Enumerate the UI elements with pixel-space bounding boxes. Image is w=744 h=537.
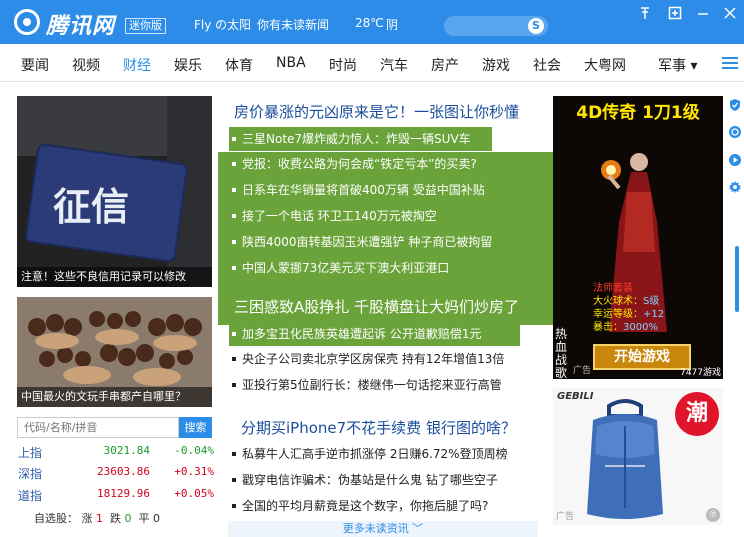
trend-badge: 潮 [675, 392, 719, 436]
more-news-button[interactable]: 更多未读资讯 ﹀ [228, 521, 538, 537]
watch-flat-count: 0 [153, 512, 160, 525]
nav-item-house[interactable]: 房产 [431, 55, 459, 75]
news-item[interactable]: 戳穿电信诈骗术：伪基站是什么鬼 钻了哪些空子 [230, 470, 498, 491]
backpack-ad[interactable]: GEBILI 潮 广告 ℗ [553, 388, 723, 525]
stock-change: +0.05% [174, 487, 214, 500]
edition-badge: 迷你版 [125, 18, 166, 34]
pinterest-icon[interactable]: ℗ [706, 508, 720, 522]
nav-item-society[interactable]: 社会 [533, 55, 561, 75]
bracelet-news-caption: 中国最火的文玩手串都产自哪里？ [17, 387, 212, 407]
news-item[interactable]: 亚投行第5位副行长：楼继伟一句话挖来亚行高管 [230, 375, 502, 396]
nav-item-dayue[interactable]: 大粤网 [584, 55, 626, 75]
title-bar: 腾讯网 迷你版 Fly の太阳 你有未读新闻 28℃ 阴 S [0, 0, 744, 44]
start-game-button[interactable]: 开始游戏 [593, 344, 691, 370]
news-item[interactable]: 央企子公司卖北京学区房保壳 持有12年增值13倍 [230, 349, 504, 370]
watch-down-count: 0 [124, 512, 132, 525]
credit-word: 征信 [53, 185, 129, 229]
news-item[interactable]: 全国的平均月薪竟是这个数字，你拖后腿了吗? [230, 496, 488, 517]
watch-up-label: 涨 [81, 512, 93, 525]
stock-change: -0.04% [174, 444, 214, 457]
stock-value: 3021.84 [103, 444, 150, 457]
watch-up-count: 1 [96, 512, 103, 525]
game-ad-title: 4D传奇 1刀1级 [576, 103, 700, 123]
nav-item-military-dropdown[interactable]: 军事 ▾ [658, 55, 697, 75]
weather-text: 阴 [386, 18, 399, 32]
credit-news-caption: 注意！这些不良信用记录可以修改 [17, 267, 212, 287]
tencent-logo-icon [14, 9, 40, 35]
credit-card-image: 征信 [17, 96, 212, 287]
channel-nav: 要闻 视频 财经 娱乐 体育 NBA 时尚 汽车 房产 游戏 社会 大粤网 军事… [0, 44, 744, 82]
nav-item-nba[interactable]: NBA [276, 55, 306, 71]
stock-value: 18129.96 [97, 487, 150, 500]
stock-value: 23603.86 [97, 465, 150, 478]
news-item[interactable]: 党报：收费公路为何会成“铁定亏本”的买卖? [230, 154, 477, 175]
headline-iphone[interactable]: 分期买iPhone7不花手续费 银行图的啥？ [241, 417, 516, 438]
minimize-icon[interactable] [694, 6, 712, 24]
menu-icon[interactable] [722, 54, 738, 70]
ad-tag: 广告 [556, 512, 575, 522]
stock-name: 深指 [18, 467, 43, 481]
temperature: 28℃ [355, 16, 384, 30]
refresh-icon[interactable] [728, 125, 742, 139]
nav-item-finance[interactable]: 财经 [123, 55, 151, 75]
stock-name: 上指 [18, 446, 43, 460]
stock-search-input[interactable] [17, 417, 179, 438]
news-item[interactable]: 加多宝丑化民族英雄遭起诉 公开道歉赔偿1元 [230, 324, 481, 345]
game-set-name: 法师套装 [593, 283, 633, 294]
watch-down-label: 跌 [110, 512, 121, 525]
game-ad[interactable]: 4D传奇 1刀1级 法师套装 大火球术：S级 幸运等级：+12 暴击：3000%… [553, 96, 723, 379]
nav-item-news[interactable]: 要闻 [21, 55, 49, 75]
nav-item-auto[interactable]: 汽车 [380, 55, 408, 75]
pin-icon[interactable] [636, 6, 654, 24]
bracelet-news-image-card[interactable]: 中国最火的文玩手串都产自哪里？ [17, 297, 212, 407]
search-icon[interactable]: S [528, 18, 544, 34]
watch-flat-label: 平 [138, 512, 150, 525]
headline-housing[interactable]: 房价暴涨的元凶原来是它！一张图让你秒懂 [234, 101, 519, 122]
credit-news-image-card[interactable]: 征信 注意！这些不良信用记录可以修改 [17, 96, 212, 287]
stock-row[interactable]: 上指 3021.84 -0.04% [18, 444, 214, 464]
ad-tag: 广告 [573, 366, 592, 376]
nav-item-video[interactable]: 视频 [72, 55, 100, 75]
nav-item-fashion[interactable]: 时尚 [329, 55, 357, 75]
new-window-icon[interactable] [666, 6, 684, 24]
news-item[interactable]: 接了一个电话 环卫工140万元被掏空 [230, 206, 437, 227]
stock-row[interactable]: 深指 23603.86 +0.31% [18, 465, 214, 485]
username[interactable]: Fly の太阳 [194, 16, 251, 33]
play-icon[interactable] [728, 153, 742, 167]
nav-item-sports[interactable]: 体育 [225, 55, 253, 75]
stock-name: 道指 [18, 489, 43, 503]
stock-change: +0.31% [174, 465, 214, 478]
game-stats: 法师套装 大火球术：S级 幸运等级：+12 暴击：3000% [593, 283, 665, 333]
news-item[interactable]: 陕西4000亩转基因玉米遭强铲 种子商已被拘留 [230, 232, 492, 253]
watchlist-summary[interactable]: 自选股： 涨 1 跌 0 平 0 [34, 510, 160, 526]
backpack-image [587, 399, 663, 519]
headline-a-shares[interactable]: 三困惑致A股挣扎 千股横盘让大妈们炒房了 [234, 296, 519, 317]
game-count: 7477游戏 [680, 368, 721, 378]
news-item[interactable]: 日系车在华销量将首破400万辆 受益中国补贴 [230, 180, 485, 201]
watchlist-label: 自选股： [34, 512, 78, 525]
nav-item-games[interactable]: 游戏 [482, 55, 510, 75]
shield-icon[interactable] [728, 98, 742, 112]
stock-search-button[interactable]: 搜索 [179, 417, 212, 438]
logo-text: 腾讯网 [46, 14, 116, 39]
close-icon[interactable] [721, 6, 739, 24]
news-item[interactable]: 三星Note7爆炸威力惊人：炸毁一辆SUV车 [230, 129, 471, 150]
scrollbar[interactable] [735, 246, 739, 312]
news-item[interactable]: 中国人蒙挪73亿美元买下澳大利亚港口 [230, 258, 449, 279]
stock-row[interactable]: 道指 18129.96 +0.05% [18, 487, 214, 507]
game-side-text: 热血战歌 [555, 327, 568, 380]
settings-icon[interactable] [728, 180, 742, 194]
unread-news-link[interactable]: 你有未读新闻 [257, 16, 329, 33]
nav-item-entertainment[interactable]: 娱乐 [174, 55, 202, 75]
news-item[interactable]: 私募牛人汇高手逆市抓涨停 2日赚6.72%登顶周榜 [230, 444, 508, 465]
